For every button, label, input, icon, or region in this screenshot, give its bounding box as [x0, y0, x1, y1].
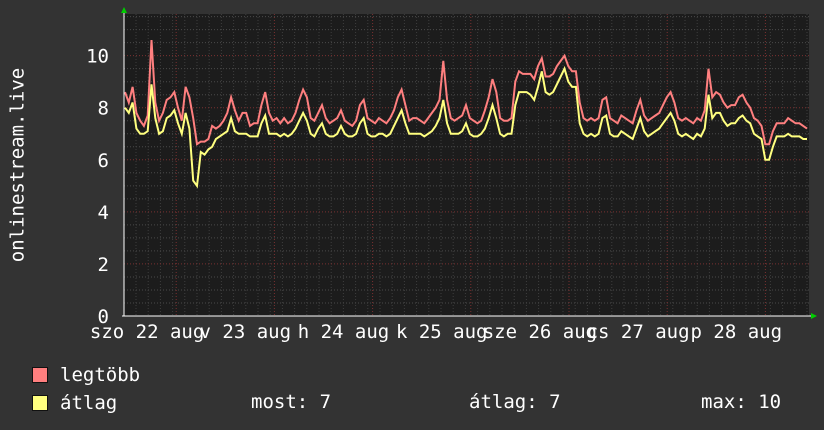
legend-item-avg: átlag — [32, 392, 118, 414]
plot-area — [124, 14, 809, 316]
y-tick-label: 8 — [98, 98, 109, 120]
stat-average: átlag: 7 — [469, 391, 561, 413]
legend-swatch-max — [32, 367, 48, 383]
chart: 0246810 szo 22 augv 23 aug h 24 aug k 25 a… — [7, 7, 817, 343]
stat-max: max: 10 — [701, 391, 782, 413]
stat-now: most: 7 — [251, 391, 332, 413]
legend-label-avg: átlag — [60, 392, 118, 414]
x-tick-label: v 23 aug — [200, 321, 292, 343]
x-axis-ticks: szo 22 augv 23 aug h 24 aug k 25 augsze 26… — [90, 321, 782, 343]
y-tick-label: 2 — [98, 254, 109, 276]
x-tick-label: h 24 aug — [298, 321, 390, 343]
x-tick-label: cs 27 aug — [587, 321, 690, 343]
y-axis-arrow-icon — [121, 7, 127, 13]
y-tick-label: 6 — [98, 150, 109, 172]
x-tick-label: szo 22 aug — [90, 321, 204, 343]
legend-label-max: legtöbb — [60, 364, 141, 386]
x-tick-label: sze 26 aug — [483, 321, 597, 343]
y-tick-label: 10 — [86, 46, 109, 68]
y-axis-ticks: 0246810 — [86, 46, 109, 328]
y-tick-label: 4 — [98, 202, 109, 224]
x-tick-label: k 25 aug — [396, 321, 488, 343]
legend-item-max: legtöbb — [32, 364, 141, 386]
x-axis-arrow-icon — [811, 313, 817, 319]
x-tick-label: p 28 aug — [691, 321, 783, 343]
y-axis-label: onlinestream.live — [7, 68, 29, 262]
legend-swatch-avg — [32, 395, 48, 411]
